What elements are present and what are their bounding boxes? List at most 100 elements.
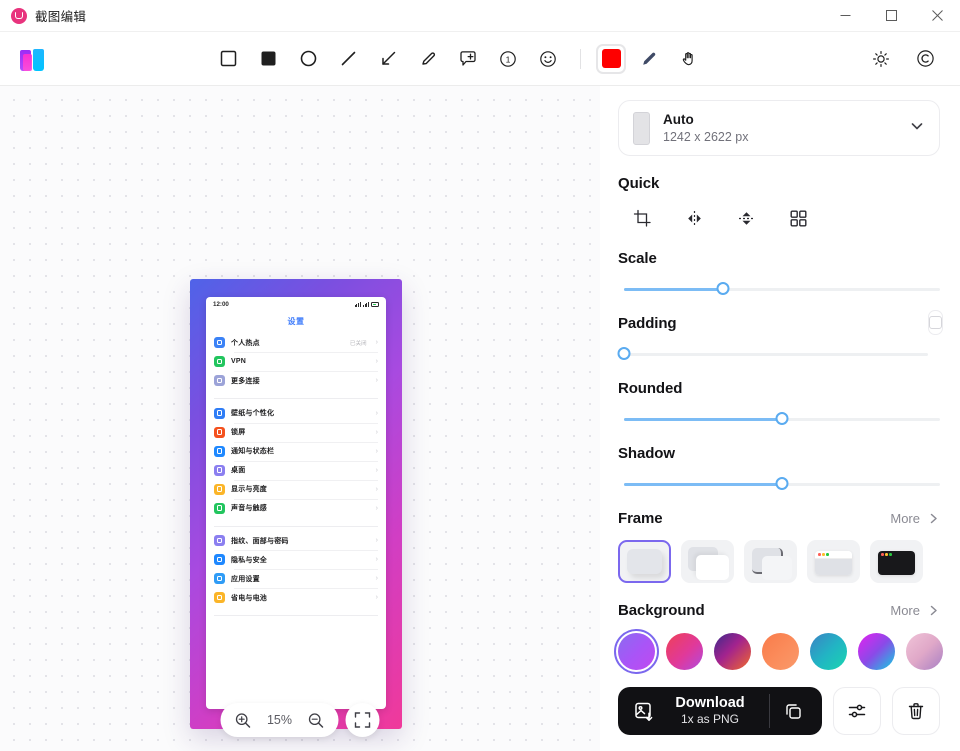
chevron-right-icon: › [375,409,378,417]
pencil-tool[interactable] [411,42,445,76]
shadow-slider[interactable] [618,477,940,491]
copyright-icon[interactable] [908,42,942,76]
quick-section-title: Quick [618,175,660,192]
zoom-in-icon[interactable] [235,712,252,729]
frame-option-edge[interactable] [744,540,797,583]
ellipse-tool[interactable] [291,42,325,76]
scale-slider[interactable] [618,282,940,296]
display-brightness-icon [214,483,225,495]
frame-option-shadow[interactable] [618,540,671,583]
list-item-label: 更多连接 [231,377,260,385]
minimize-button[interactable] [822,0,868,32]
phone-settings-group-1: 个人热点 已关闭 › VPN › 更多连接 › [214,333,378,390]
brightness-icon[interactable] [864,42,898,76]
flip-horizontal-icon[interactable] [681,205,707,231]
background-option-gradient-violet[interactable] [614,629,659,674]
list-item[interactable]: 隐私与安全 › [214,550,378,569]
screenshot-preview[interactable]: 12:00 设置 个人热点 已关闭 › VPN › 更多连接 › 壁纸与个性化 … [190,279,402,729]
color-swatch[interactable] [596,43,626,74]
canvas-area[interactable]: 12:00 设置 个人热点 已关闭 › VPN › 更多连接 › 壁纸与个性化 … [0,86,600,751]
list-item-label: 个人热点 [231,339,260,347]
background-options [614,629,943,674]
list-item[interactable]: 声音与触感 › [214,498,378,518]
export-settings-button[interactable] [833,687,881,735]
slider-knob[interactable] [716,282,730,295]
list-item[interactable]: 省电与电池 › [214,588,378,607]
background-more-label: More [890,603,920,618]
frame-section-title: Frame [618,510,663,527]
flip-vertical-icon[interactable] [733,205,759,231]
padding-slider[interactable] [617,347,928,361]
background-option-gradient-orange[interactable] [762,633,799,670]
grid-layout-icon[interactable] [785,205,811,231]
chevron-right-icon: › [375,556,378,564]
chevron-right-icon: › [375,575,378,583]
frame-option-stacked[interactable] [681,540,734,583]
padding-row: Padding [617,296,943,361]
fit-screen-icon[interactable] [345,703,380,737]
chevron-right-icon: › [375,339,378,346]
background-option-gradient-crimson-pink[interactable] [666,633,703,670]
group-divider [214,525,378,527]
list-item[interactable]: 指纹、面部与密码 › [214,531,378,550]
chevron-down-icon[interactable] [909,118,925,139]
privacy-security-icon [214,554,225,566]
slider-knob[interactable] [775,477,789,490]
list-item[interactable]: 通知与状态栏 › [214,441,378,461]
editor-body: 12:00 设置 个人热点 已关闭 › VPN › 更多连接 › 壁纸与个性化 … [0,86,960,751]
delete-button[interactable] [892,687,940,735]
list-item-label: 隐私与安全 [231,556,267,564]
slider-knob[interactable] [775,412,789,425]
rectangle-filled-tool[interactable] [251,42,285,76]
list-item[interactable]: 显示与亮度 › [214,479,378,499]
frame-option-browser-dark[interactable] [870,540,923,583]
biometrics-icon [214,535,225,547]
phone-status-time: 12:00 [213,301,229,308]
crop-icon[interactable] [629,205,655,231]
zoom-out-icon[interactable] [308,712,325,729]
frame-more-link[interactable]: More [890,511,940,526]
arrow-tool[interactable] [371,42,405,76]
chevron-right-icon [930,605,937,616]
vpn-icon [214,356,225,367]
emoji-tool[interactable] [531,42,565,76]
list-item[interactable]: 更多连接 › [214,371,378,390]
canvas-size-selector[interactable]: Auto 1242 x 2622 px [618,100,940,156]
list-item-label: VPN [231,358,246,365]
list-item-label: 桌面 [231,467,246,475]
maximize-button[interactable] [868,0,914,32]
padding-toggle-button[interactable] [928,310,943,335]
background-option-gradient-magenta-cyan[interactable] [858,633,895,670]
hand-tool[interactable] [672,42,706,76]
settings-panel: Auto 1242 x 2622 px Quick Scale Padding … [600,86,960,751]
callout-tool[interactable] [451,42,485,76]
rounded-slider[interactable] [618,412,940,426]
background-option-gradient-purple-orange[interactable] [714,633,751,670]
copy-icon[interactable] [770,702,816,721]
group-divider [214,398,378,399]
background-option-gradient-teal[interactable] [810,633,847,670]
list-item[interactable]: 桌面 › [214,460,378,480]
chevron-right-icon: › [375,485,378,493]
list-item[interactable]: 应用设置 › [214,569,378,588]
list-item[interactable]: 个人热点 已关闭 › [214,333,378,352]
rounded-label: Rounded [618,380,683,397]
slider-knob[interactable] [617,347,631,360]
export-bar: Download 1x as PNG [618,687,940,735]
brush-tool[interactable] [632,42,666,76]
list-item-value: 已关闭 [349,340,367,347]
download-button[interactable]: Download 1x as PNG [618,687,822,735]
list-item[interactable]: 壁纸与个性化 › [214,404,378,423]
step-number-tool[interactable]: 1 [491,42,525,76]
list-item[interactable]: VPN › [214,352,378,371]
battery-saver-icon [214,592,225,604]
rectangle-outline-tool[interactable] [211,42,245,76]
frame-option-browser-light[interactable] [807,540,860,583]
background-more-link[interactable]: More [890,603,940,618]
background-option-gradient-pink-blush[interactable] [906,633,943,670]
list-item[interactable]: 锁屏 › [214,422,378,442]
window-title: 截图编辑 [35,10,87,24]
wallpaper-icon [214,407,225,419]
line-tool[interactable] [331,42,365,76]
close-button[interactable] [914,0,960,32]
